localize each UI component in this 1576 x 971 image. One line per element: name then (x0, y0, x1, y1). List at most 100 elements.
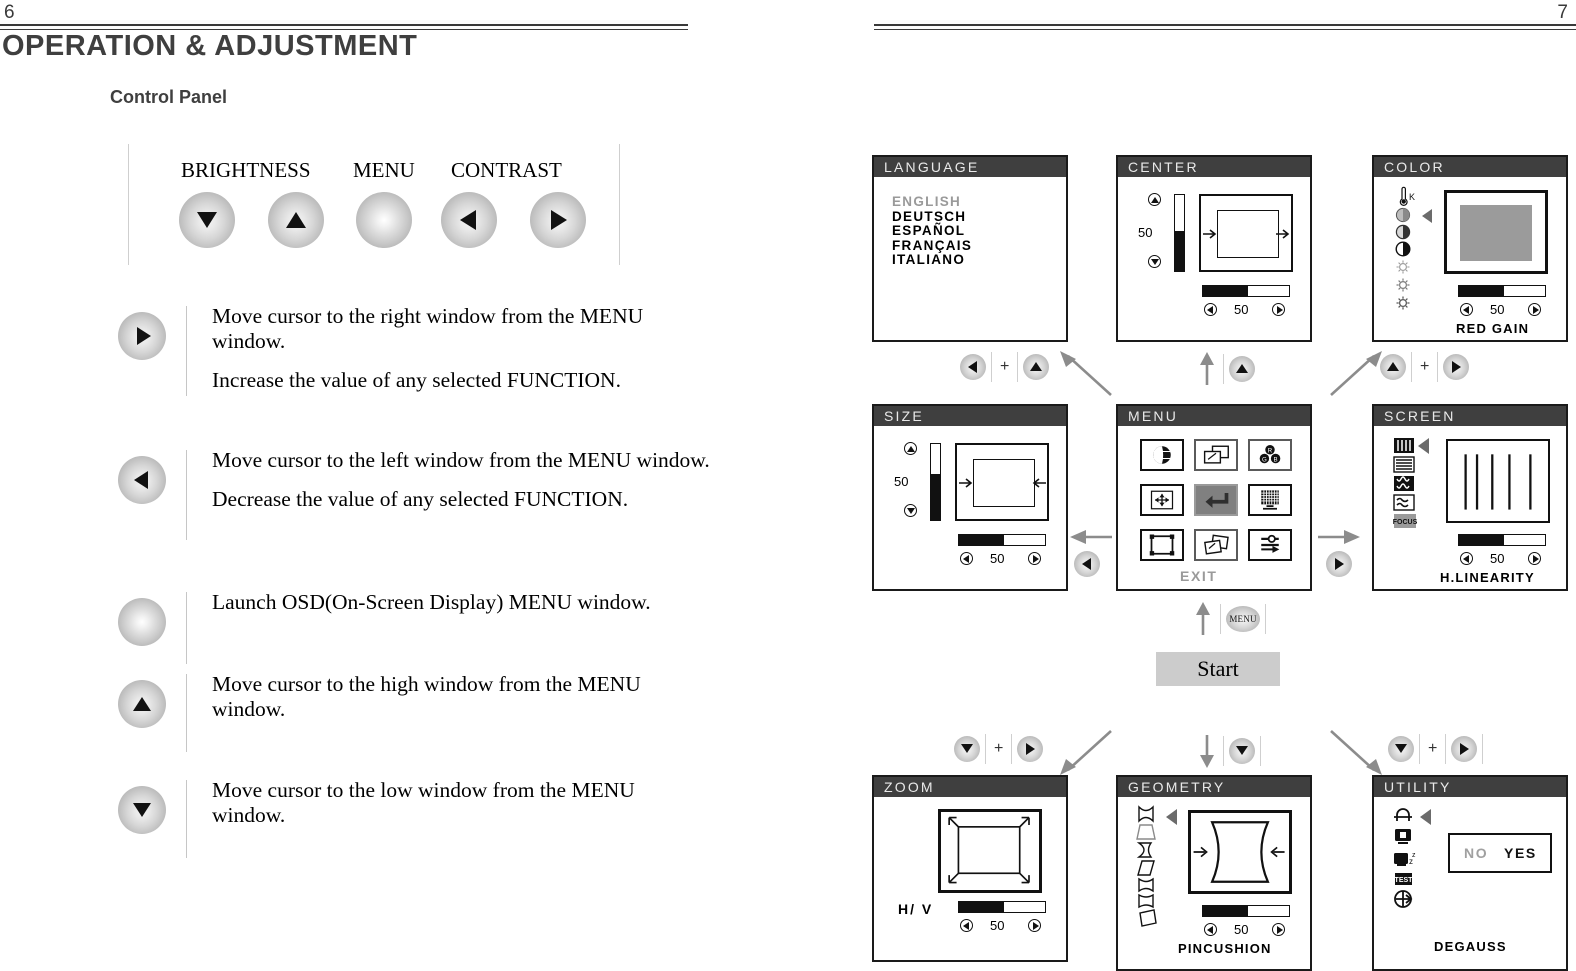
up-arrow-button[interactable] (1380, 354, 1406, 380)
menu-icon-size[interactable] (1194, 439, 1238, 471)
down-arrow-button[interactable] (954, 736, 980, 762)
v-up-arrow-icon[interactable] (904, 442, 917, 455)
brightness-sun-icon-1 (1396, 260, 1410, 274)
svg-text:K: K (1409, 192, 1415, 202)
left-page: 6 OPERATION & ADJUSTMENT Control Panel B… (0, 0, 760, 971)
left-arrow-button[interactable] (960, 354, 986, 380)
menu-icon-enter-selected[interactable] (1194, 484, 1238, 516)
language-item-deutsch[interactable]: DEUTSCH (892, 209, 972, 225)
zoom-h-value: 50 (990, 918, 1005, 933)
osd-body-screen: FOCUS 50 H.LINEARITY (1374, 426, 1566, 589)
osd-panel-color[interactable]: COLOR K 50 RED GAIN (1372, 155, 1568, 342)
v-down-arrow-icon[interactable] (1148, 255, 1161, 268)
center-v-slider[interactable] (1174, 194, 1185, 272)
h-right-arrow-icon[interactable] (1028, 919, 1041, 932)
v-down-arrow-icon[interactable] (904, 504, 917, 517)
menu-button[interactable] (118, 598, 166, 646)
screen-icon-column[interactable]: FOCUS (1392, 436, 1418, 548)
right-arrow-button[interactable] (1443, 354, 1470, 380)
key-description-right: Move cursor to the right window from the… (104, 304, 724, 412)
contrast-left-button[interactable] (441, 192, 497, 248)
h-left-arrow-icon[interactable] (1460, 552, 1473, 565)
svg-text:z: z (1409, 857, 1413, 866)
transition-to-language: + (960, 352, 1050, 382)
v-up-arrow-icon[interactable] (1148, 193, 1161, 206)
menu-key-label: MENU (1229, 614, 1257, 624)
zoom-h-slider[interactable] (958, 901, 1046, 913)
menu-icon-geometry[interactable] (1140, 529, 1184, 561)
geometry-h-value: 50 (1234, 922, 1249, 937)
contrast-right-button[interactable] (530, 192, 586, 248)
up-arrow-button[interactable] (1229, 356, 1255, 382)
center-h-slider[interactable] (1202, 285, 1290, 297)
osd-panel-screen[interactable]: SCREEN FOCUS 50 H.LINEARITY (1372, 404, 1568, 591)
test-icon: TEST (1395, 873, 1413, 885)
start-box[interactable]: Start (1156, 652, 1280, 686)
up-arrow-button[interactable] (118, 680, 166, 728)
menu-key-button[interactable]: MENU (1226, 606, 1260, 632)
osd-panel-menu[interactable]: MENU R G B EXIT (1116, 404, 1312, 591)
color-h-value: 50 (1490, 302, 1505, 317)
menu-icon-color[interactable]: R G B (1248, 439, 1292, 471)
arrow-up-start (1196, 602, 1210, 635)
osd-panel-utility[interactable]: UTILITY z z TEST NO YES DEGAUSS (1372, 775, 1568, 971)
brightness-down-button[interactable] (179, 192, 235, 248)
up-arrow-button[interactable] (1023, 354, 1050, 380)
h-left-arrow-icon[interactable] (1460, 303, 1473, 316)
osd-panel-language[interactable]: LANGUAGE ENGLISH DEUTSCH ESPAÑOL FRANÇAI… (872, 155, 1068, 342)
h-left-arrow-icon[interactable] (1204, 923, 1217, 936)
size-v-slider[interactable] (930, 443, 941, 521)
osd-panel-size[interactable]: SIZE 50 50 (872, 404, 1068, 591)
language-item-espanol[interactable]: ESPAÑOL (892, 224, 972, 239)
menu-icon-language[interactable] (1140, 439, 1184, 471)
menu-icon-center[interactable] (1140, 484, 1184, 516)
osd-panel-zoom[interactable]: ZOOM H/ V 50 (872, 775, 1068, 962)
right-arrow-button[interactable] (1451, 736, 1478, 762)
size-v-value: 50 (894, 474, 909, 489)
power-saving-icon: z z (1394, 852, 1416, 866)
menu-exit-label[interactable]: EXIT (1180, 568, 1218, 584)
right-arrow-button[interactable] (1326, 551, 1352, 577)
h-right-arrow-icon[interactable] (1528, 552, 1541, 565)
brightness-up-button[interactable] (268, 192, 324, 248)
h-right-arrow-icon[interactable] (1028, 552, 1041, 565)
svg-text:G: G (1262, 456, 1267, 463)
down-arrow-button[interactable] (118, 786, 166, 834)
utility-option-yes[interactable]: YES (1504, 845, 1537, 861)
menu-icon-zoom[interactable] (1194, 529, 1238, 561)
right-arrow-button[interactable] (118, 312, 166, 360)
left-arrow-button[interactable] (1074, 551, 1100, 577)
h-right-arrow-icon[interactable] (1528, 303, 1541, 316)
svg-text:R: R (1268, 448, 1273, 455)
geometry-h-slider[interactable] (1202, 905, 1290, 917)
language-list[interactable]: ENGLISH DEUTSCH ESPAÑOL FRANÇAIS ITALIAN… (892, 194, 972, 268)
down-arrow-button[interactable] (1388, 736, 1414, 762)
left-arrow-button[interactable] (118, 456, 166, 504)
h-right-arrow-icon[interactable] (1272, 923, 1285, 936)
menu-icon-screen[interactable] (1248, 484, 1292, 516)
osd-panel-center[interactable]: CENTER 50 50 (1116, 155, 1312, 342)
zoom-expand-arrows-icon (948, 816, 1030, 884)
h-left-arrow-icon[interactable] (960, 919, 973, 932)
h-right-arrow-icon[interactable] (1272, 303, 1285, 316)
screen-h-slider[interactable] (1458, 534, 1546, 546)
language-item-italiano[interactable]: ITALIANO (892, 253, 972, 268)
down-arrow-button[interactable] (1229, 738, 1255, 764)
osd-panel-geometry[interactable]: GEOMETRY 50 PINCUSHION (1116, 775, 1312, 971)
right-arrow-button[interactable] (1017, 736, 1044, 762)
language-item-english[interactable]: ENGLISH (892, 194, 972, 210)
osd-body-menu: R G B EXIT (1118, 426, 1310, 589)
language-item-francais[interactable]: FRANÇAIS (892, 238, 972, 254)
color-icon-column[interactable]: K (1394, 185, 1428, 313)
color-h-slider[interactable] (1458, 285, 1546, 297)
menu-icon-utility[interactable] (1248, 529, 1292, 561)
utility-icon-column[interactable]: z z TEST (1392, 807, 1420, 917)
h-left-arrow-icon[interactable] (960, 552, 973, 565)
menu-button[interactable] (356, 192, 412, 248)
key-description-left: Move cursor to the left window from the … (104, 448, 724, 556)
h-left-arrow-icon[interactable] (1204, 303, 1217, 316)
contrast-half-icon-3 (1395, 241, 1411, 257)
utility-option-no[interactable]: NO (1464, 845, 1488, 861)
geometry-icon-column[interactable] (1134, 805, 1166, 933)
size-h-slider[interactable] (958, 534, 1046, 546)
